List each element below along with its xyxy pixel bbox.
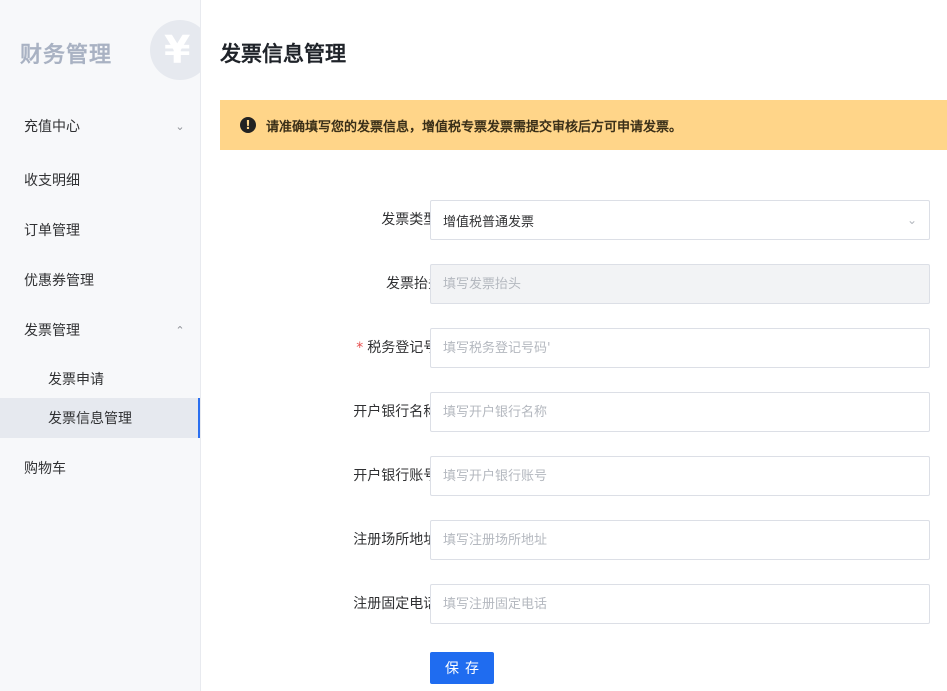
reg-phone-label: 注册固定电话: bbox=[353, 596, 442, 612]
invoice-type-value: 增值税普通发票 bbox=[443, 214, 535, 230]
save-button[interactable]: 保存 bbox=[430, 652, 494, 684]
sidebar-item-invoice-info-management[interactable]: 发票信息管理 bbox=[0, 398, 200, 438]
sidebar-item-label: 发票申请 bbox=[48, 372, 104, 388]
form-row-reg-phone: 注册固定电话: bbox=[220, 584, 947, 624]
sidebar-item-label: 收支明细 bbox=[24, 173, 80, 189]
reg-address-label: 注册场所地址: bbox=[353, 532, 442, 548]
exclamation-circle-icon: ! bbox=[240, 117, 256, 133]
chevron-up-icon: ⌃ bbox=[175, 323, 185, 337]
sidebar-item-label: 发票信息管理 bbox=[48, 411, 132, 427]
sidebar-item-label: 购物车 bbox=[24, 461, 66, 477]
chevron-down-icon: ⌄ bbox=[906, 213, 917, 227]
sidebar-item-invoice-apply[interactable]: 发票申请 bbox=[0, 359, 200, 399]
sidebar-item-label: 订单管理 bbox=[24, 223, 80, 239]
alert-text: 请准确填写您的发票信息，增值税专票发票需提交审核后方可申请发票。 bbox=[266, 119, 683, 135]
reg-address-input[interactable] bbox=[430, 520, 930, 560]
reg-phone-input[interactable] bbox=[430, 584, 930, 624]
sidebar-item-shopping-cart[interactable]: 购物车 bbox=[0, 448, 200, 488]
bank-name-input[interactable] bbox=[430, 392, 930, 432]
tax-number-input[interactable] bbox=[430, 328, 930, 368]
sidebar-item-label: 充值中心 bbox=[24, 119, 80, 135]
form-row-invoice-title: 发票抬头 bbox=[220, 264, 947, 304]
bank-account-input[interactable] bbox=[430, 456, 930, 496]
form-row-invoice-type: 发票类型: 增值税普通发票 ⌄ bbox=[220, 200, 947, 240]
form-row-reg-address: 注册场所地址: bbox=[220, 520, 947, 560]
bank-account-label: 开户银行账号: bbox=[353, 468, 442, 484]
sidebar: 财务管理 ¥ 充值中心 ⌄ 收支明细 订单管理 优惠券管理 发票管理 ⌃ 发票申… bbox=[0, 0, 201, 691]
form-row-bank-name: 开户银行名称: bbox=[220, 392, 947, 432]
sidebar-item-order-management[interactable]: 订单管理 bbox=[0, 210, 200, 250]
bank-name-label: 开户银行名称: bbox=[353, 404, 442, 420]
sidebar-item-coupon-management[interactable]: 优惠券管理 bbox=[0, 260, 200, 300]
sidebar-item-label: 发票管理 bbox=[24, 323, 80, 339]
brand-title: 财务管理 bbox=[20, 43, 113, 68]
sidebar-item-label: 优惠券管理 bbox=[24, 273, 94, 289]
chevron-down-icon: ⌄ bbox=[175, 119, 185, 133]
sidebar-item-income-details[interactable]: 收支明细 bbox=[0, 160, 200, 200]
sidebar-item-recharge-center[interactable]: 充值中心 ⌄ bbox=[0, 106, 200, 146]
form-row-tax-number: * 税务登记号: bbox=[220, 328, 947, 368]
required-asterisk: * bbox=[356, 340, 364, 356]
yen-icon: ¥ bbox=[150, 20, 200, 80]
warning-alert: ! 请准确填写您的发票信息，增值税专票发票需提交审核后方可申请发票。 bbox=[220, 100, 947, 150]
yen-symbol: ¥ bbox=[164, 28, 191, 72]
invoice-type-select[interactable]: 增值税普通发票 ⌄ bbox=[430, 200, 930, 240]
sidebar-item-invoice-management[interactable]: 发票管理 ⌃ bbox=[0, 310, 200, 350]
invoice-title-input[interactable] bbox=[430, 264, 930, 304]
page-title: 发票信息管理 bbox=[220, 42, 346, 66]
form-row-bank-account: 开户银行账号: bbox=[220, 456, 947, 496]
